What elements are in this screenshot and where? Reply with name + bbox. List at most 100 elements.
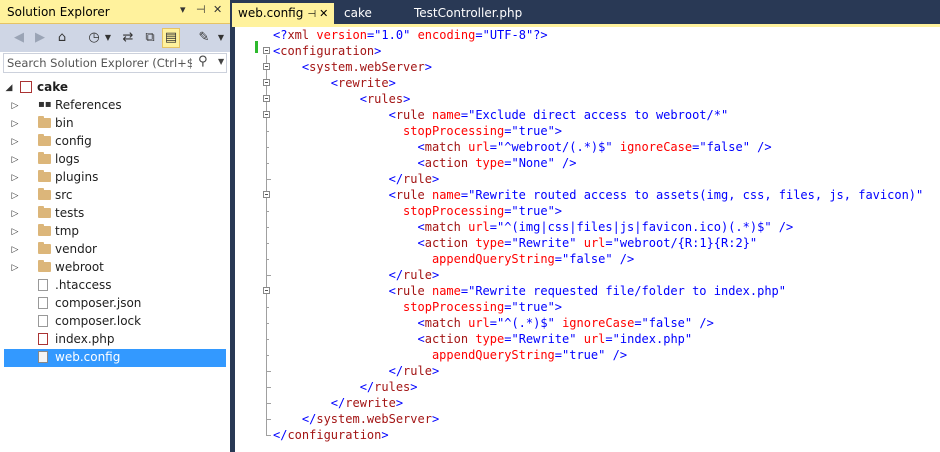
expand-arrow-icon[interactable]: ▷ bbox=[10, 170, 20, 186]
outline-tick bbox=[266, 147, 269, 148]
chevron-down-icon[interactable]: ▼ bbox=[104, 28, 112, 48]
sync-icon[interactable]: ⇄ bbox=[119, 28, 137, 48]
outline-tick bbox=[266, 211, 269, 212]
tree-item[interactable]: web.config bbox=[4, 349, 226, 367]
outlining-margin bbox=[261, 27, 273, 452]
search-icon[interactable]: ⚲ bbox=[198, 54, 208, 69]
code-line: <rewrite> bbox=[330, 76, 396, 90]
tree-item[interactable]: ▷ src bbox=[4, 187, 226, 205]
collapse-box-icon[interactable] bbox=[263, 63, 270, 70]
show-all-files-icon[interactable]: ▤ bbox=[162, 28, 180, 48]
outline-end bbox=[266, 387, 271, 388]
pin-icon[interactable]: ⊣ bbox=[196, 3, 206, 16]
outline-tick bbox=[266, 131, 269, 132]
folder-icon bbox=[38, 188, 51, 200]
code-line: <match url="^(.*)$" ignoreCase="false" /… bbox=[417, 316, 714, 330]
collapse-all-icon[interactable]: ⧉ bbox=[141, 28, 159, 48]
folder-icon bbox=[38, 242, 51, 254]
tree-item[interactable]: ▷ logs bbox=[4, 151, 226, 169]
code-line: <match url="^(img|css|files|js|favicon.i… bbox=[417, 220, 794, 234]
tree-item-label: config bbox=[55, 134, 92, 148]
code-line: </system.webServer> bbox=[301, 412, 440, 426]
code-line: appendQueryString="true" /> bbox=[431, 348, 628, 362]
dropdown-icon[interactable]: ▾ bbox=[180, 3, 186, 16]
tree-item[interactable]: ▷ tests bbox=[4, 205, 226, 223]
code-line: <rules> bbox=[359, 92, 411, 106]
expand-arrow-icon[interactable]: ▷ bbox=[10, 152, 20, 168]
collapse-box-icon[interactable] bbox=[263, 287, 270, 294]
search-input[interactable] bbox=[7, 55, 192, 70]
folder-icon bbox=[38, 224, 51, 236]
chevron-down-icon[interactable]: ▼ bbox=[217, 28, 225, 48]
outline-end bbox=[266, 275, 271, 276]
tree-item[interactable]: ◢ cake bbox=[4, 79, 226, 97]
expand-arrow-icon[interactable]: ▷ bbox=[10, 116, 20, 132]
tree-item[interactable]: composer.lock bbox=[4, 313, 226, 331]
code-line: stopProcessing="true"> bbox=[403, 300, 563, 314]
file-icon bbox=[38, 279, 48, 291]
code-line: <action type="Rewrite" url="index.php" bbox=[417, 332, 693, 346]
code-line: <action type="None" /> bbox=[417, 156, 577, 170]
expand-arrow-icon[interactable]: ▷ bbox=[10, 224, 20, 240]
expand-arrow-icon[interactable]: ▷ bbox=[10, 188, 20, 204]
close-icon[interactable]: ✕ bbox=[213, 3, 222, 16]
tree-item[interactable]: .htaccess bbox=[4, 277, 226, 295]
code-line: </rule> bbox=[388, 364, 440, 378]
tree-item[interactable]: ▷ plugins bbox=[4, 169, 226, 187]
tree-item-label: composer.json bbox=[55, 296, 142, 310]
tree-item[interactable]: ▷ webroot bbox=[4, 259, 226, 277]
expand-arrow-icon[interactable]: ▷ bbox=[10, 260, 20, 276]
code-editor[interactable]: <?xml version="1.0" encoding="UTF-8"?> <c… bbox=[235, 27, 940, 452]
change-marker bbox=[255, 41, 258, 53]
pin-icon[interactable]: ⊣ bbox=[307, 9, 316, 20]
tree-item[interactable]: ▷ tmp bbox=[4, 223, 226, 241]
outline-end bbox=[266, 403, 271, 404]
folder-icon bbox=[38, 134, 51, 146]
expand-arrow-icon[interactable]: ▷ bbox=[10, 206, 20, 222]
editor-tab[interactable]: web.config ⊣ ✕ bbox=[232, 3, 335, 24]
code-line: </rules> bbox=[359, 380, 418, 394]
tab-label: cake bbox=[344, 6, 372, 20]
panel-title: Solution Explorer bbox=[7, 5, 110, 19]
editor-tab[interactable]: cake bbox=[338, 3, 378, 24]
search-box: ⚲ ▼ bbox=[3, 53, 227, 73]
collapse-arrow-icon[interactable]: ◢ bbox=[4, 80, 14, 96]
outline-tick bbox=[266, 323, 269, 324]
code-line: stopProcessing="true"> bbox=[403, 124, 563, 138]
collapse-box-icon[interactable] bbox=[263, 79, 270, 86]
collapse-box-icon[interactable] bbox=[263, 47, 270, 54]
outline-tick bbox=[266, 355, 269, 356]
tree-item-label: tmp bbox=[55, 224, 80, 238]
folder-icon bbox=[38, 206, 51, 218]
tree-item[interactable]: ▷ vendor bbox=[4, 241, 226, 259]
editor-tab[interactable]: TestController.php bbox=[408, 3, 528, 24]
code-line: <?xml version="1.0" encoding="UTF-8"?> bbox=[273, 28, 548, 42]
code-line: <rule name="Rewrite requested file/folde… bbox=[388, 284, 786, 298]
php-file-icon bbox=[38, 333, 48, 345]
tree-item[interactable]: composer.json bbox=[4, 295, 226, 313]
collapse-box-icon[interactable] bbox=[263, 95, 270, 102]
expand-arrow-icon[interactable]: ▷ bbox=[10, 98, 20, 114]
forward-icon[interactable]: ▶ bbox=[31, 28, 49, 48]
tree-item[interactable]: ▷ config bbox=[4, 133, 226, 151]
expand-arrow-icon[interactable]: ▷ bbox=[10, 242, 20, 258]
tree-item-label: plugins bbox=[55, 170, 99, 184]
back-icon[interactable]: ◀ bbox=[10, 28, 28, 48]
tree-item[interactable]: ▷ ▪▪ References bbox=[4, 97, 226, 115]
close-icon[interactable]: ✕ bbox=[319, 7, 328, 20]
references-icon: ▪▪ bbox=[38, 99, 52, 110]
folder-icon bbox=[38, 260, 51, 272]
tree-item[interactable]: index.php bbox=[4, 331, 226, 349]
code-line: <match url="^webroot/(.*)$" ignoreCase="… bbox=[417, 140, 772, 154]
collapse-box-icon[interactable] bbox=[263, 111, 270, 118]
pending-changes-icon[interactable]: ◷ bbox=[85, 28, 103, 48]
home-icon[interactable]: ⌂ bbox=[53, 28, 71, 48]
expand-arrow-icon[interactable]: ▷ bbox=[10, 134, 20, 150]
properties-icon[interactable]: ✎ bbox=[195, 28, 213, 48]
tree-item-label: index.php bbox=[55, 332, 115, 346]
outline-tick bbox=[266, 339, 269, 340]
collapse-box-icon[interactable] bbox=[263, 191, 270, 198]
tree-item[interactable]: ▷ bin bbox=[4, 115, 226, 133]
code-line: <rule name="Rewrite routed access to ass… bbox=[388, 188, 924, 202]
chevron-down-icon[interactable]: ▼ bbox=[218, 57, 224, 66]
